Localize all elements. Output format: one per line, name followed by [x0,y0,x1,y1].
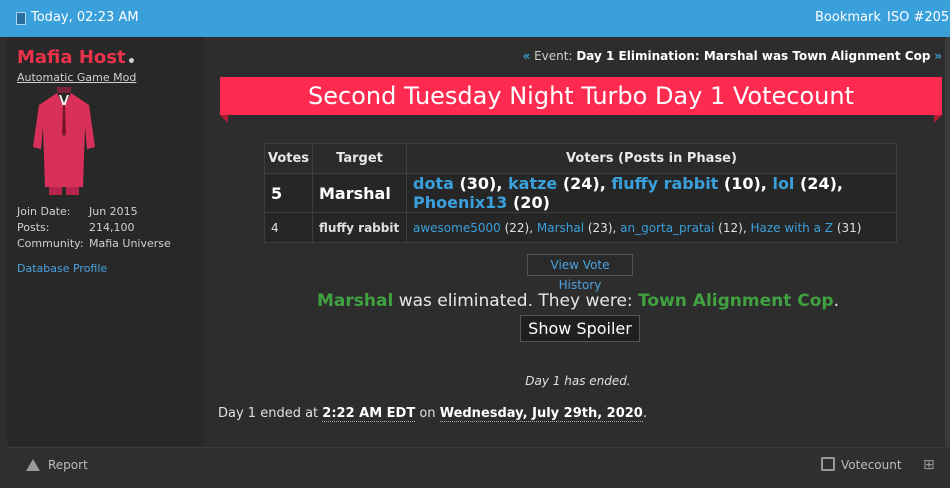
column-header: Target [312,143,407,174]
warning-icon[interactable] [26,459,40,471]
voter-link[interactable]: dota [413,174,454,193]
stat-row: Join Date: Jun 2015 [17,205,138,218]
voter-link[interactable]: an_gorta_pratai [620,221,714,235]
chevron-right-icon[interactable]: » [934,49,942,63]
top-bar: Today, 02:23 AM Bookmark ISO #205 [0,0,950,37]
vote-target: fluffy rabbit [312,212,407,243]
multi-quote-icon[interactable]: ⊞ [923,457,935,473]
column-header: Voters (Posts in Phase) [406,143,897,174]
stat-row: Community: Mafia Universe [17,237,171,250]
show-spoiler-button[interactable]: Show Spoiler [520,315,640,342]
vote-target: Marshal [312,173,407,213]
voter-link[interactable]: awesome5000 [413,221,501,235]
voter-link[interactable]: katze [508,174,557,193]
voter-list: awesome5000 (22), Marshal (23), an_gorta… [406,212,897,243]
vote-count: 5 [264,173,313,213]
table-row: 5 Marshal dota (30), katze (24), fluffy … [264,173,897,213]
user-title[interactable]: Automatic Game Mod [17,71,136,84]
votecount-banner: Second Tuesday Night Turbo Day 1 Votecou… [220,77,942,125]
voter-link[interactable]: Marshal [537,221,584,235]
voter-link[interactable]: Phoenix13 [413,193,507,212]
event-link[interactable]: Day 1 Elimination: Marshal was Town Alig… [576,49,930,63]
day-end-time: Day 1 ended at 2:22 AM EDT on Wednesday,… [218,406,647,422]
end-time: 2:22 AM EDT [322,406,416,422]
avatar [33,87,95,195]
votecount-button[interactable]: Votecount [841,458,902,472]
voter-list: dota (30), katze (24), fluffy rabbit (10… [406,173,897,213]
username[interactable]: Mafia Host [17,47,126,68]
post-content: « Event: Day 1 Elimination: Marshal was … [206,37,950,446]
event-prefix: Event: [534,49,573,63]
document-icon [16,12,26,25]
online-status-icon [129,58,134,63]
eliminated-role: Town Alignment Cop [638,291,834,311]
bookmark-link[interactable]: Bookmark [815,10,881,25]
end-date: Wednesday, July 29th, 2020 [439,406,643,422]
view-vote-history-button[interactable]: View Vote History [527,254,633,292]
checkbox-icon[interactable] [821,457,835,471]
report-button[interactable]: Report [48,458,88,472]
banner-fold-right [934,115,942,123]
stat-row: Posts: 214,100 [17,221,135,234]
event-nav: « Event: Day 1 Elimination: Marshal was … [522,49,942,63]
column-header: Votes [264,143,313,174]
votecount-table: Votes Target Voters (Posts in Phase) 5 M… [264,143,897,243]
voter-link[interactable]: lol [772,174,794,193]
eliminated-player: Marshal [317,291,394,311]
table-row: 4 fluffy rabbit awesome5000 (22), Marsha… [264,212,897,243]
table-header: Votes Target Voters (Posts in Phase) [264,143,897,174]
database-profile-link[interactable]: Database Profile [17,262,107,275]
elimination-message: Marshal was eliminated. They were: Town … [317,291,839,311]
scrollbar[interactable] [945,37,950,446]
day-ended-text: Day 1 has ended. [525,374,631,388]
post-date: Today, 02:23 AM [31,10,139,25]
banner-fold-left [220,115,228,123]
banner-title: Second Tuesday Night Turbo Day 1 Votecou… [220,77,942,115]
chevron-left-icon[interactable]: « [522,49,530,63]
voter-link[interactable]: fluffy rabbit [611,174,718,193]
user-stats: Join Date: Jun 2015 Posts: 214,100 Communi… [17,205,171,253]
iso-link[interactable]: ISO #205 [887,10,949,25]
user-sidebar: Mafia Host Automatic Game Mod Join Date:… [7,37,205,446]
vote-count: 4 [264,212,313,243]
voter-link[interactable]: Haze with a Z [750,221,833,235]
post-footer: Report Votecount ⊞ [7,447,950,482]
